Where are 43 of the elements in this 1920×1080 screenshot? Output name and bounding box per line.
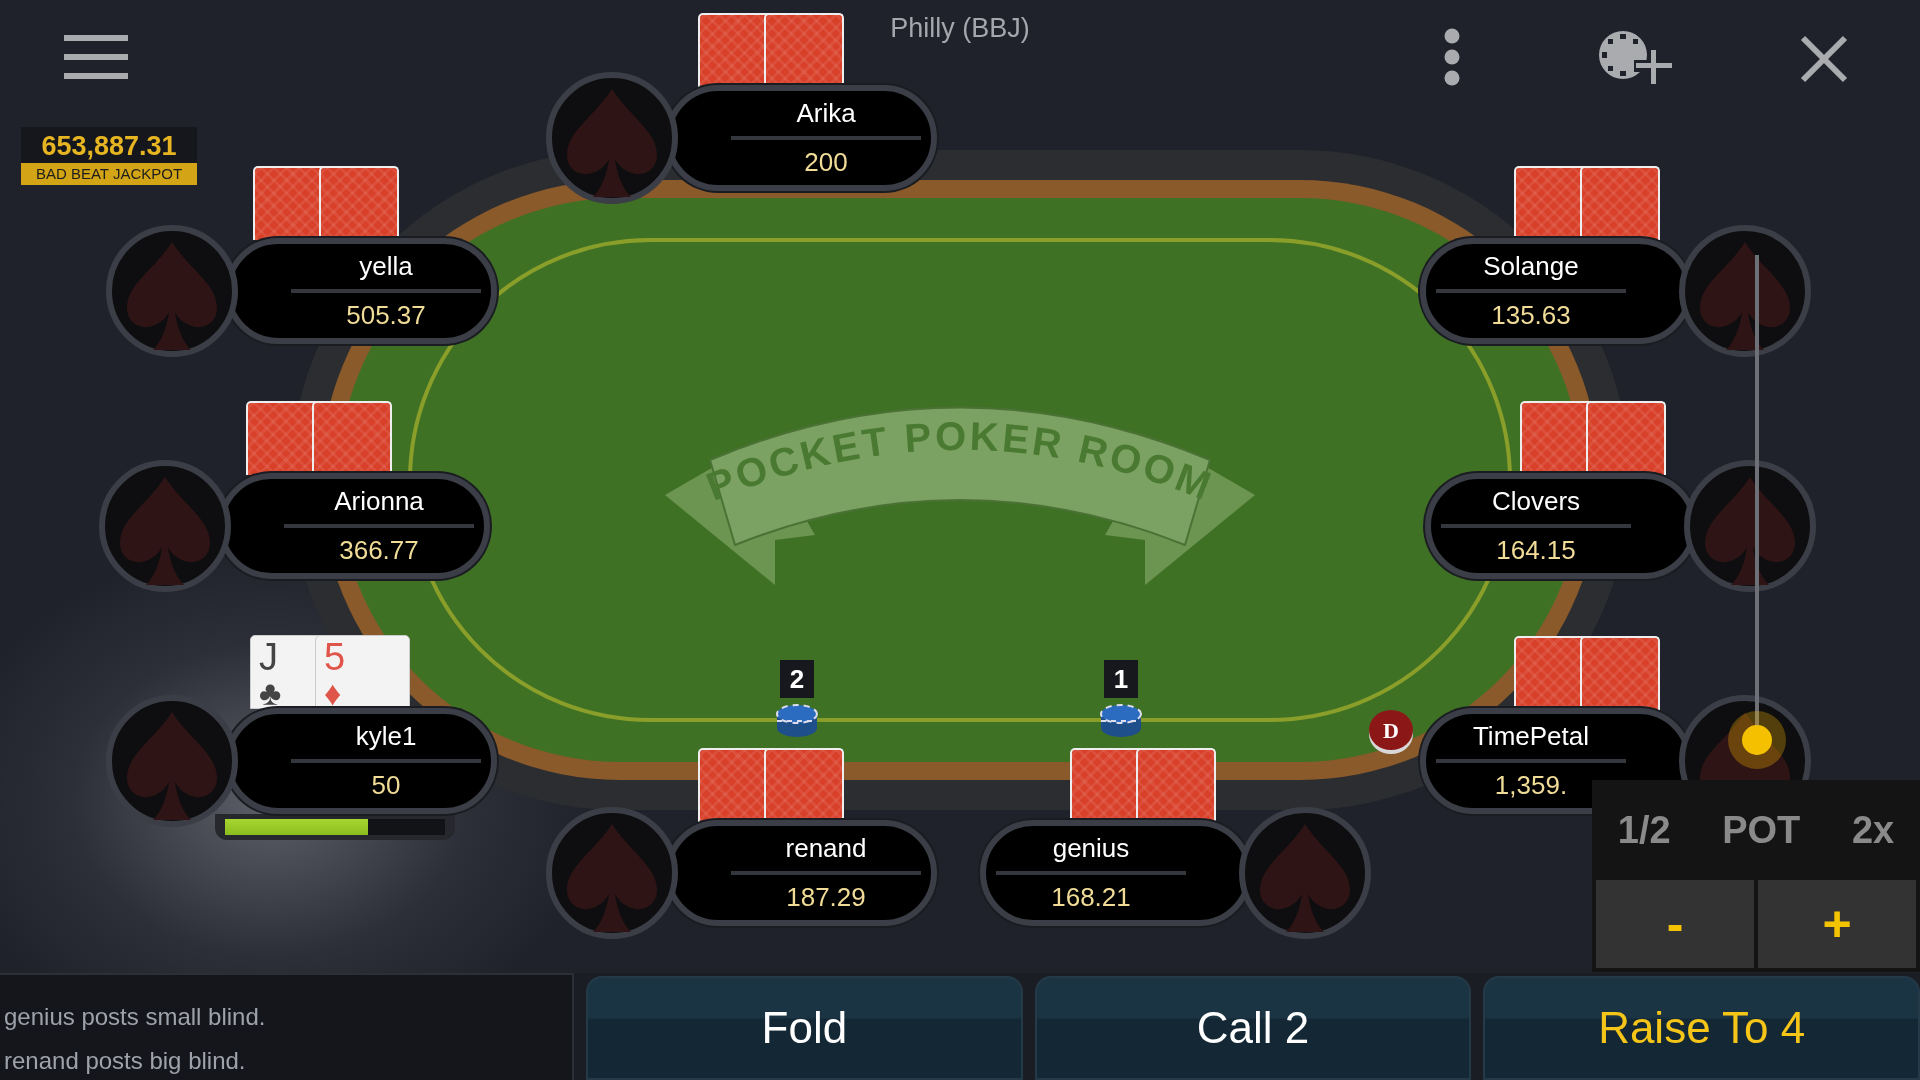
player-name: Clovers (1441, 479, 1631, 528)
player-stack: 164.15 (1495, 534, 1577, 567)
stepper-button[interactable]: - (1596, 880, 1754, 968)
table-title: Philly (BBJ) (890, 13, 1030, 43)
bet-amount: 2 (780, 660, 814, 698)
card-suit: ♦ (324, 676, 342, 710)
player-name: renand (731, 826, 921, 875)
jackpot-label: BAD BEAT JACKPOT (21, 163, 197, 185)
bet-amount: 1 (1104, 660, 1138, 698)
player-name: Arionna (284, 479, 474, 528)
player-name: genius (996, 826, 1186, 875)
bet-preset-button[interactable]: 1/2 (1611, 800, 1677, 860)
player-stack: 1,359. (1493, 769, 1569, 802)
menu-icon[interactable] (64, 35, 128, 79)
player-stack: 168.21 (1050, 881, 1132, 914)
call-button[interactable]: Call 2 (1034, 976, 1472, 1080)
player-name: yella (291, 244, 481, 293)
stepper-button[interactable]: + (1758, 880, 1916, 968)
close-icon[interactable] (1800, 35, 1848, 83)
chip-stack-icon (1100, 702, 1142, 738)
more-options-icon[interactable] (1442, 28, 1462, 86)
fold-button[interactable]: Fold (586, 976, 1023, 1080)
player-name: kyle1 (291, 714, 481, 763)
player-name: Arika (731, 91, 921, 140)
raise-button[interactable]: Raise To 4 (1483, 976, 1920, 1080)
bet-preset-button[interactable]: POT (1716, 800, 1807, 860)
player-stack: 200 (803, 146, 849, 179)
jackpot-amount: 653,887.31 (40, 130, 178, 163)
player-stack: 505.37 (345, 299, 427, 332)
log-line: genius posts small blind. (4, 1002, 267, 1032)
card-rank: J (259, 638, 278, 676)
add-chips-icon[interactable] (1598, 30, 1674, 86)
player-stack: 366.77 (338, 534, 420, 567)
card-suit: ♣ (259, 676, 282, 710)
player-stack: 187.29 (785, 881, 867, 914)
bet-preset-button[interactable]: 2x (1845, 800, 1901, 860)
player-stack: 135.63 (1490, 299, 1572, 332)
player-name: TimePetal (1436, 714, 1626, 763)
log-line: renand posts big blind. (4, 1046, 247, 1076)
player-name: Solange (1436, 244, 1626, 293)
player-stack: 50 (370, 769, 402, 802)
chip-stack-icon (776, 702, 818, 738)
card-rank: 5 (324, 638, 346, 676)
